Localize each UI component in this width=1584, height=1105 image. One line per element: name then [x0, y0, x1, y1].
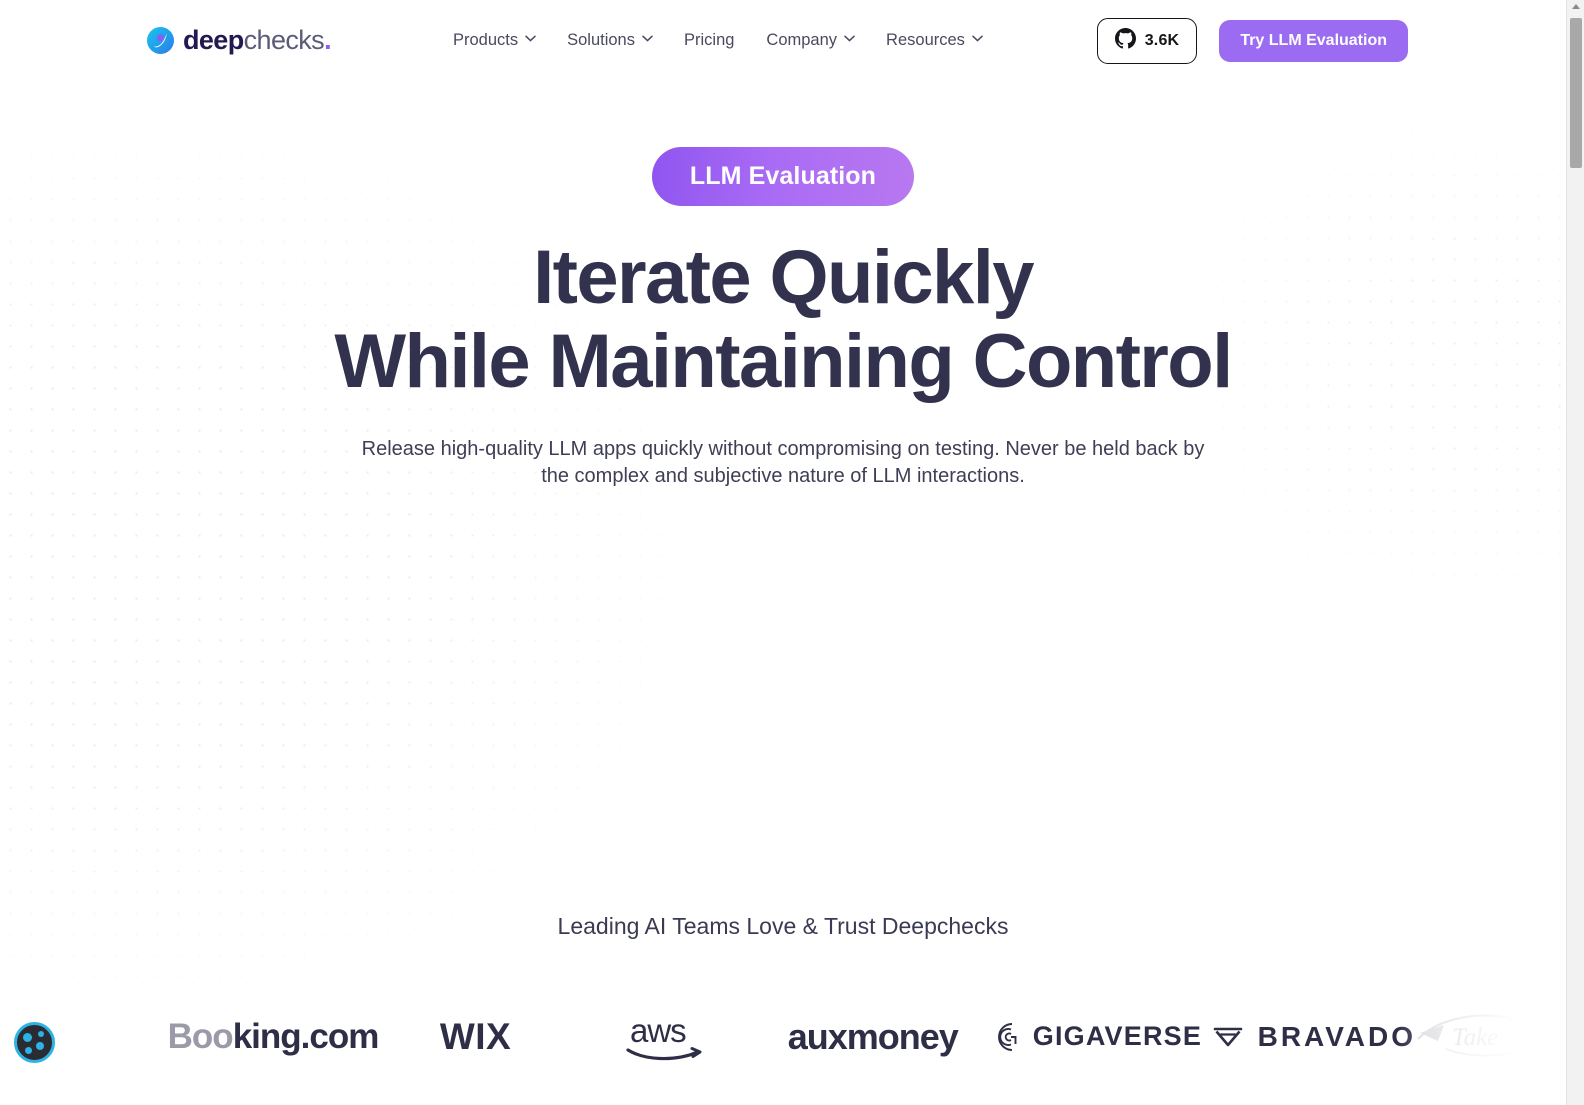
- page-title-line-2: While Maintaining Control: [334, 318, 1233, 404]
- cookie-consent-toggle[interactable]: [14, 1022, 55, 1063]
- browser-scrollbar[interactable]: [1566, 0, 1584, 1105]
- logo-booking-prefix: Boo: [167, 1016, 234, 1056]
- gauge-cluster-illustration: 00.250.50.751.0Relevancy00.250.50.751.0H…: [0, 515, 1566, 865]
- logo-booking-com: Boo king.com: [167, 1002, 380, 1072]
- scrollbar-up-arrow-icon[interactable]: [1572, 4, 1580, 9]
- cookie-dot: [23, 1033, 32, 1042]
- nav-actions: 3.6K Try LLM Evaluation: [1096, 18, 1408, 64]
- nav-item-solutions[interactable]: Solutions: [567, 30, 653, 50]
- cookie-dot: [25, 1047, 32, 1054]
- page-title-line-1: Iterate Quickly: [533, 235, 1034, 320]
- hero-section: LLM Evaluation Iterate Quickly While Mai…: [0, 80, 1566, 491]
- nav-item-pricing[interactable]: Pricing: [684, 31, 734, 50]
- bravado-mark-icon: [1211, 1023, 1245, 1051]
- github-icon: [1114, 28, 1136, 54]
- nav-links: Products Solutions Pricing Company Resou…: [452, 30, 983, 50]
- nav-item-company-label: Company: [766, 30, 838, 49]
- page-root: deepchecks. Products Solutions Pricing C…: [0, 0, 1566, 1105]
- logo-bravado: BRAVADO: [1211, 1002, 1416, 1072]
- nav-item-resources-label: Resources: [886, 30, 965, 49]
- page-title: Iterate Quickly While Maintaining Contro…: [0, 236, 1566, 403]
- logo-take: Take: [1416, 1002, 1566, 1072]
- svg-text:aws: aws: [630, 1012, 686, 1049]
- chevron-down-icon: [642, 35, 653, 45]
- logo-booking-suffix: king.com: [232, 1016, 380, 1056]
- nav-item-products-label: Products: [452, 30, 519, 49]
- nav-item-pricing-label: Pricing: [683, 30, 735, 49]
- customer-logo-row: Boo king.com WIX aws auxmoney GIGAVERSE …: [0, 1002, 1566, 1072]
- logo-gigaverse: GIGAVERSE: [982, 1002, 1210, 1072]
- logo-aws: aws: [573, 1002, 763, 1072]
- cookie-dot: [36, 1042, 44, 1050]
- chevron-down-icon: [844, 35, 855, 45]
- logo-text-dot: .: [324, 24, 331, 55]
- logo-auxmoney: auxmoney: [787, 1015, 959, 1057]
- logo-take-text: Take: [1452, 1024, 1498, 1051]
- nav-item-company[interactable]: Company: [766, 30, 855, 50]
- github-stars-button[interactable]: 3.6K: [1096, 18, 1198, 64]
- chevron-down-icon: [525, 35, 536, 45]
- deepchecks-wordmark: deepchecks.: [183, 24, 332, 55]
- top-navigation-bar: deepchecks. Products Solutions Pricing C…: [0, 0, 1566, 80]
- hero-subtitle: Release high-quality LLM apps quickly wi…: [361, 438, 1205, 488]
- nav-item-products[interactable]: Products: [452, 30, 536, 50]
- deepchecks-logo-icon: [147, 26, 174, 54]
- logo-bravado-text: BRAVADO: [1257, 1020, 1417, 1052]
- logo-wix: WIX: [439, 1015, 512, 1057]
- logo-text-light: checks: [243, 24, 325, 55]
- nav-item-solutions-label: Solutions: [567, 30, 635, 49]
- nav-item-resources[interactable]: Resources: [886, 30, 983, 50]
- github-stars-count: 3.6K: [1144, 32, 1180, 49]
- logo-gigaverse-text: GIGAVERSE: [1032, 1021, 1203, 1052]
- hero-badge: LLM Evaluation: [651, 147, 915, 206]
- gauges-svg: 00.250.50.751.0Relevancy00.250.50.751.0H…: [0, 515, 1566, 865]
- chevron-down-icon: [972, 35, 983, 45]
- cookie-dot: [38, 1031, 44, 1037]
- deepchecks-logo[interactable]: deepchecks.: [147, 24, 332, 55]
- customer-logo-carousel: Boo king.com WIX aws auxmoney GIGAVERSE …: [0, 1001, 1566, 1072]
- gigaverse-mark-icon: [991, 1021, 1021, 1053]
- logo-text-bold: deep: [183, 24, 244, 55]
- nav-try-llm-evaluation-button[interactable]: Try LLM Evaluation: [1219, 20, 1408, 62]
- social-proof-title: Leading AI Teams Love & Trust Deepchecks: [557, 912, 1009, 939]
- scrollbar-thumb[interactable]: [1570, 18, 1582, 168]
